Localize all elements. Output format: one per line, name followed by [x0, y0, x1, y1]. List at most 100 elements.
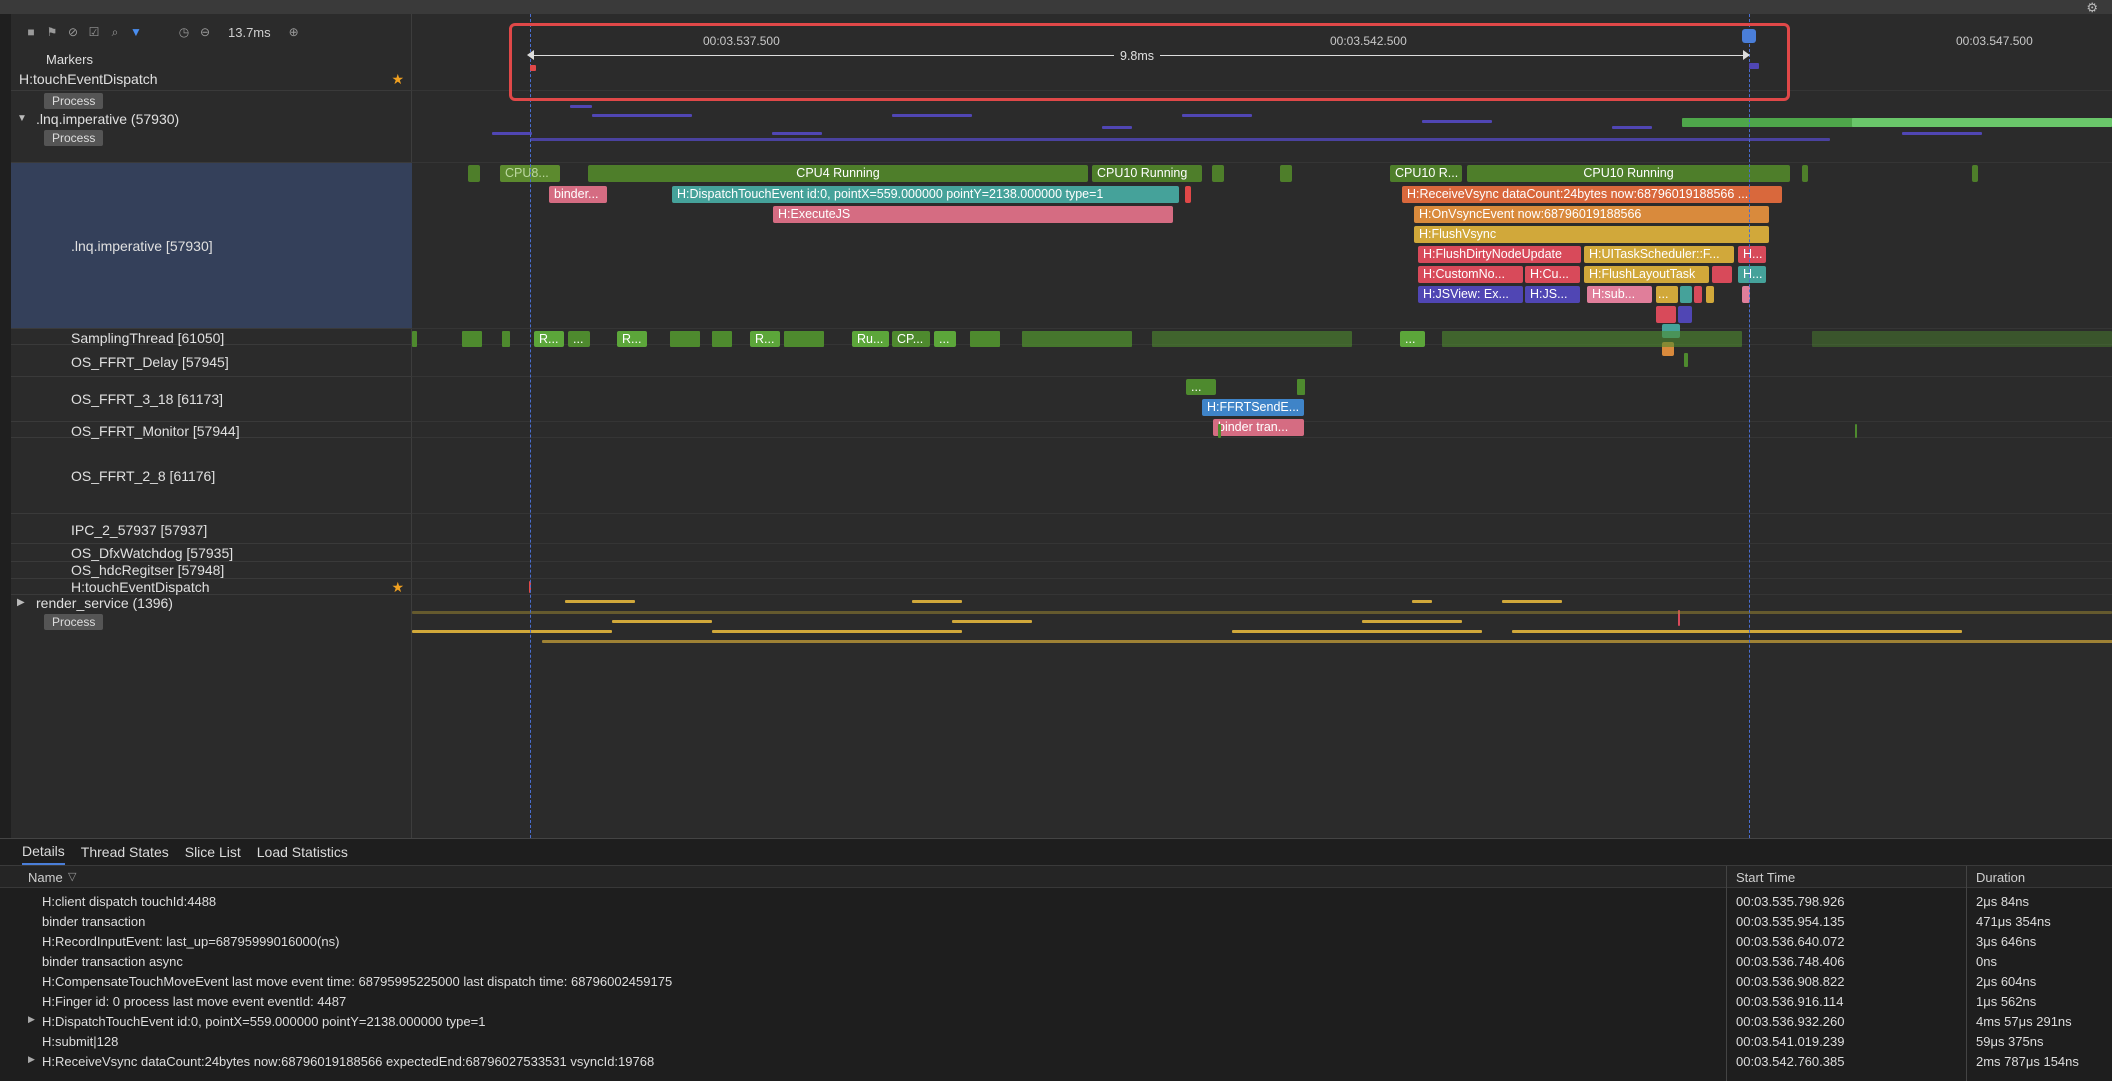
- small-slice[interactable]: [1680, 286, 1692, 303]
- ffrt-3-18-row[interactable]: OS_FFRT_3_18 [61173]: [11, 377, 412, 422]
- process-green-bar: [1852, 118, 2112, 127]
- table-row[interactable]: H:submit|128 00:03.541.019.239 59μs 375ns: [0, 1031, 2112, 1051]
- ffrt-binder-slice[interactable]: binder tran...: [1213, 419, 1304, 436]
- table-row[interactable]: binder transaction async 00:03.536.748.40…: [0, 951, 2112, 971]
- sampling-slice[interactable]: R...: [617, 331, 647, 347]
- col-duration-header[interactable]: Duration: [1976, 870, 2025, 885]
- cpu-state-slice[interactable]: [1212, 165, 1224, 182]
- small-slice[interactable]: [1712, 266, 1732, 283]
- sampling-row[interactable]: SamplingThread [61050]: [11, 329, 412, 346]
- ui-task-scheduler-slice[interactable]: H:UITaskScheduler::F...: [1584, 246, 1734, 263]
- small-slice[interactable]: [1694, 286, 1702, 303]
- search-icon[interactable]: ⌕: [109, 26, 121, 38]
- multi-select-icon[interactable]: ☑: [88, 26, 100, 38]
- expand-icon[interactable]: ▶: [28, 1014, 35, 1025]
- collapse-icon[interactable]: ▼: [17, 113, 27, 124]
- small-slice[interactable]: [1706, 286, 1714, 303]
- flush-vsync-slice[interactable]: H:FlushVsync: [1414, 226, 1769, 243]
- table-row[interactable]: H:Finger id: 0 process last move event e…: [0, 991, 2112, 1011]
- table-row[interactable]: H:client dispatch touchId:4488 00:03.535.…: [0, 891, 2112, 911]
- cpu-state-slice[interactable]: [1280, 165, 1292, 182]
- cpu-state-slice[interactable]: CPU10 Running: [1467, 165, 1790, 182]
- sampling-slice[interactable]: ...: [934, 331, 956, 347]
- details-panel: Details Thread States Slice List Load St…: [0, 838, 2112, 1081]
- binder-slice[interactable]: binder...: [549, 186, 607, 203]
- cpu-state-slice[interactable]: CPU10 Running: [1092, 165, 1202, 182]
- ipc-row[interactable]: IPC_2_57937 [57937]: [11, 514, 412, 544]
- expand-icon[interactable]: ▶: [28, 1054, 35, 1065]
- col-name-header[interactable]: Name: [28, 870, 63, 885]
- markers-row[interactable]: Markers: [11, 50, 412, 67]
- selection-start-line[interactable]: [530, 14, 531, 838]
- on-vsync-slice[interactable]: H:OnVsyncEvent now:68796019188566: [1414, 206, 1769, 223]
- cpu-state-slice[interactable]: CPU10 R...: [1390, 165, 1462, 182]
- dispatch-touch-slice[interactable]: H:DispatchTouchEvent id:0, pointX=559.00…: [672, 186, 1179, 203]
- tab-thread-states[interactable]: Thread States: [81, 840, 169, 864]
- flush-layout-slice[interactable]: H:FlushLayoutTask: [1584, 266, 1709, 283]
- ffrt-send-slice[interactable]: H:FFRTSendE...: [1202, 399, 1304, 416]
- ipc-label: IPC_2_57937 [57937]: [71, 522, 208, 538]
- process-bar: [492, 132, 532, 135]
- receive-vsync-slice[interactable]: H:ReceiveVsync dataCount:24bytes now:687…: [1402, 186, 1782, 203]
- flush-dirty-slice[interactable]: H:FlushDirtyNodeUpdate: [1418, 246, 1581, 263]
- ffrt-2-8-row[interactable]: OS_FFRT_2_8 [61176]: [11, 438, 412, 514]
- sampling-slice[interactable]: R...: [534, 331, 564, 347]
- col-start-header[interactable]: Start Time: [1736, 870, 1795, 885]
- small-slice[interactable]: ...: [1656, 286, 1678, 303]
- cpu-state-slice[interactable]: [468, 165, 480, 182]
- tab-details[interactable]: Details: [22, 839, 65, 865]
- js-slice[interactable]: H:JS...: [1525, 286, 1580, 303]
- touch-row[interactable]: H:touchEventDispatch ★: [11, 579, 412, 595]
- zoom-out-icon[interactable]: ⊖: [199, 26, 211, 38]
- hdc-row[interactable]: OS_hdcRegitser [57948]: [11, 562, 412, 579]
- table-row[interactable]: H:CompensateTouchMoveEvent last move eve…: [0, 971, 2112, 991]
- ffrt-delay-row[interactable]: OS_FFRT_Delay [57945]: [11, 345, 412, 377]
- main-thread-row[interactable]: .lnq.imperative [57930]: [11, 163, 412, 329]
- tab-load-statistics[interactable]: Load Statistics: [257, 840, 348, 864]
- zoom-in-icon[interactable]: ⊕: [288, 26, 300, 38]
- watchdog-row[interactable]: OS_DfxWatchdog [57935]: [11, 544, 412, 562]
- filter-icon[interactable]: ▽: [68, 870, 76, 883]
- sampling-slice[interactable]: Ru...: [852, 331, 889, 347]
- table-row[interactable]: ▶ H:DispatchTouchEvent id:0, pointX=559.0…: [0, 1011, 2112, 1031]
- filter-icon[interactable]: ▼: [130, 26, 142, 38]
- cpu-state-slice[interactable]: [1802, 165, 1808, 182]
- tab-slice-list[interactable]: Slice List: [185, 840, 241, 864]
- render-service-row[interactable]: ▶ render_service (1396) Process: [11, 595, 412, 838]
- ffrt-monitor-row[interactable]: OS_FFRT_Monitor [57944]: [11, 422, 412, 439]
- sampling-slice[interactable]: CP...: [892, 331, 930, 347]
- ffrt-slice[interactable]: ...: [1186, 379, 1216, 395]
- custom-node-slice[interactable]: H:CustomNo...: [1418, 266, 1523, 283]
- cpu-state-slice[interactable]: CPU4 Running: [588, 165, 1088, 182]
- stop-icon[interactable]: ■: [25, 26, 37, 38]
- flag-icon[interactable]: ⚑: [46, 26, 58, 38]
- jsview-slice[interactable]: H:JSView: Ex...: [1418, 286, 1523, 303]
- sub-slice[interactable]: H:sub...: [1587, 286, 1652, 303]
- cpu-state-slice[interactable]: [1972, 165, 1978, 182]
- sampling-slice[interactable]: ...: [1400, 331, 1425, 347]
- table-row[interactable]: binder transaction 00:03.535.954.135 471μs…: [0, 911, 2112, 931]
- h-slice[interactable]: H...: [1738, 266, 1766, 283]
- expand-icon[interactable]: ▶: [17, 597, 25, 608]
- star-icon[interactable]: ★: [391, 71, 404, 88]
- small-slice[interactable]: [1656, 306, 1676, 323]
- sampling-slice[interactable]: ...: [568, 331, 590, 347]
- executejs-slice[interactable]: H:ExecuteJS: [773, 206, 1173, 223]
- pinned-touch-row[interactable]: H:touchEventDispatch ★: [11, 67, 412, 91]
- timeline-canvas[interactable]: 00:03.537.500 00:03.542.500 00:03.547.50…: [412, 14, 2112, 838]
- process-imperative-row[interactable]: ▼ .lnq.imperative (57930) Process: [11, 109, 412, 163]
- small-slice[interactable]: [1678, 306, 1692, 323]
- cu-slice[interactable]: H:Cu...: [1525, 266, 1580, 283]
- selection-end-line[interactable]: [1749, 14, 1750, 838]
- top-strip: [0, 0, 2112, 14]
- h-slice[interactable]: H...: [1738, 246, 1766, 263]
- process-track: [412, 91, 2112, 163]
- reset-zoom-icon[interactable]: ◷: [178, 26, 190, 38]
- table-row[interactable]: ▶ H:ReceiveVsync dataCount:24bytes now:68…: [0, 1051, 2112, 1071]
- table-row[interactable]: H:RecordInputEvent: last_up=687959990160…: [0, 931, 2112, 951]
- sampling-slice[interactable]: R...: [750, 331, 780, 347]
- star-icon[interactable]: ★: [391, 579, 404, 596]
- block-icon[interactable]: ⊘: [67, 26, 79, 38]
- small-slice[interactable]: [1185, 186, 1191, 203]
- row-name: H:RecordInputEvent: last_up=687959990160…: [42, 934, 340, 949]
